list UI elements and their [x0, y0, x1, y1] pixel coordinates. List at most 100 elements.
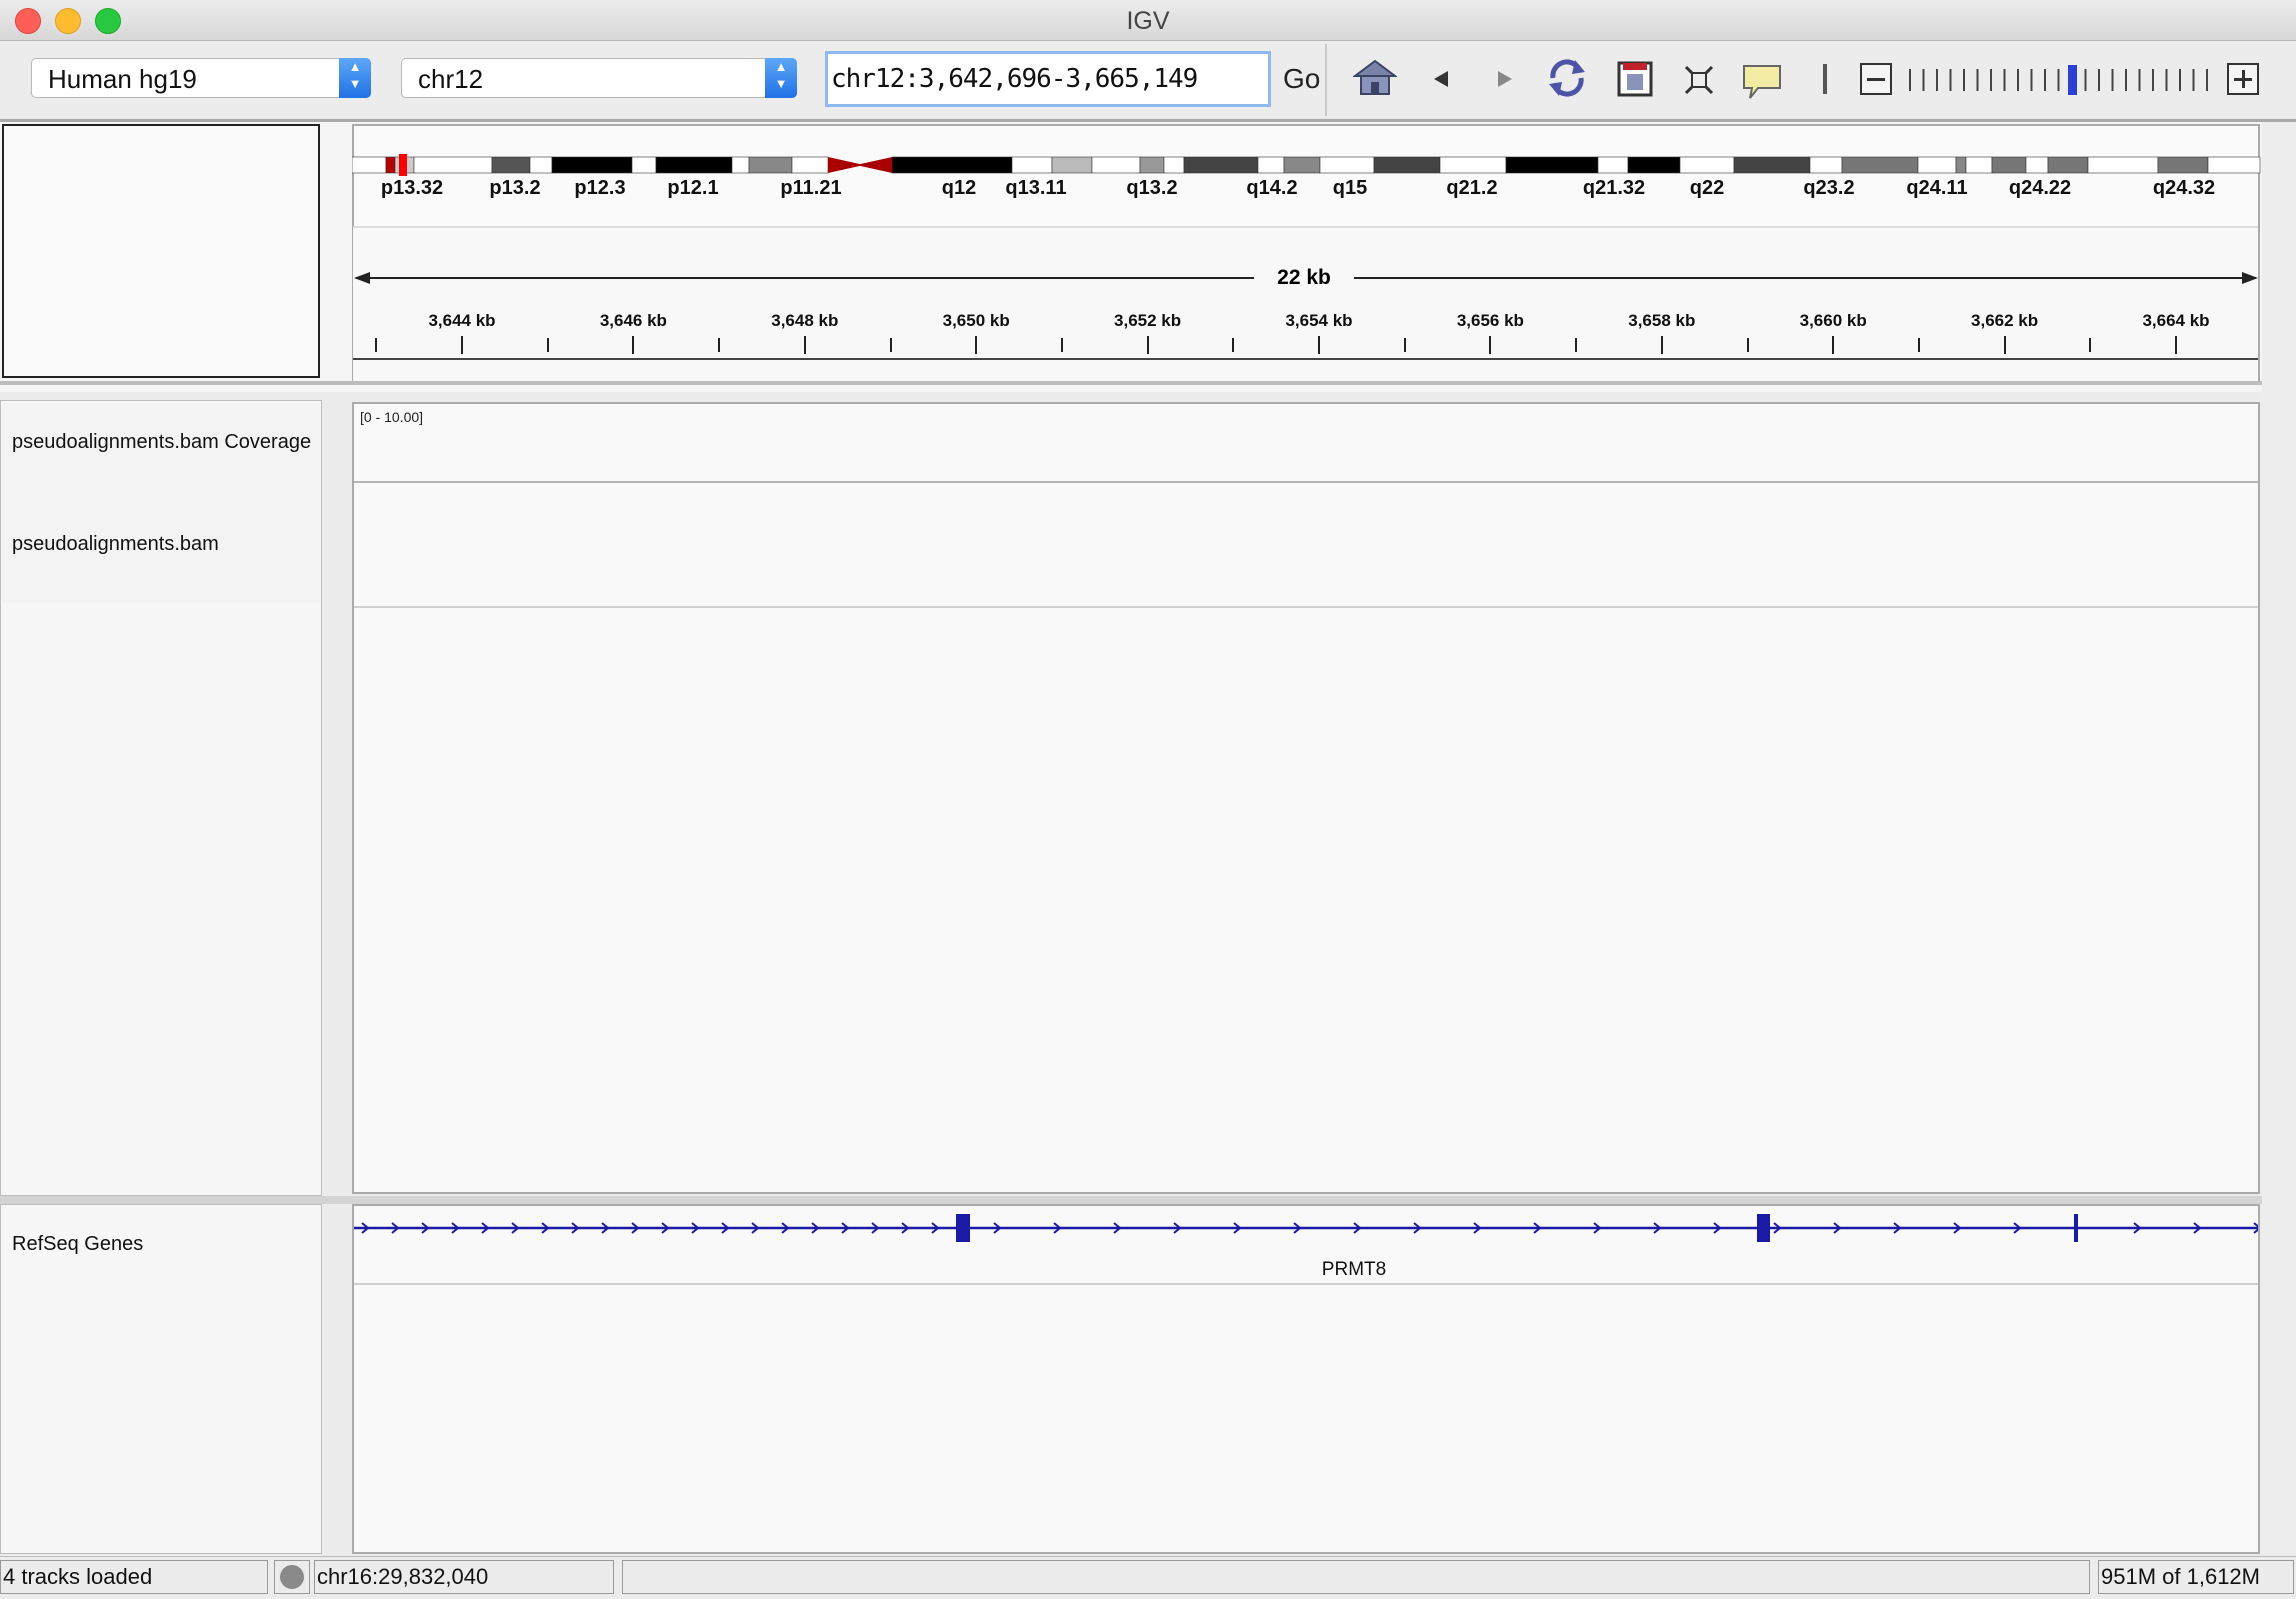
coverage-track-name[interactable]: pseudoalignments.bam Coverage: [12, 431, 311, 454]
ruler-minor-tick: [1232, 338, 1235, 352]
zoom-slider-tick: [2084, 69, 2087, 91]
home-icon[interactable]: [1353, 58, 1397, 98]
feature-panel[interactable]: [352, 1204, 2260, 1554]
zoom-slider-tick: [2017, 69, 2019, 91]
zoom-slider-tick: [1963, 69, 1965, 91]
forward-arrow-icon[interactable]: [1494, 68, 1516, 90]
ideogram-band: [2087, 156, 2159, 174]
ruler-major-tick: [1832, 336, 1835, 354]
zoom-slider[interactable]: [1905, 63, 2210, 97]
ideogram-band: [1051, 156, 1093, 174]
ideogram-band: [1733, 156, 1811, 174]
zoom-slider-tick: [2179, 69, 2181, 91]
gene-name-label: PRMT8: [1321, 1259, 1387, 1280]
ideogram-band-label: q22: [1689, 177, 1725, 199]
genome-dropdown[interactable]: Human hg19 ▲ ▼: [31, 58, 371, 98]
span-label: 22 kb: [1254, 264, 1354, 292]
locus-search-input[interactable]: chr12:3,642,696-3,665,149: [825, 51, 1271, 107]
ruler-minor-tick: [375, 338, 378, 352]
data-panel[interactable]: [352, 402, 2260, 1194]
ideogram-band-label: q21.2: [1446, 177, 1498, 199]
ideogram-band: [1257, 156, 1285, 174]
ideogram-band-label: q13.2: [1126, 177, 1178, 199]
ideogram-band-label: p13.32: [380, 177, 444, 199]
zoom-slider-tick: [2030, 69, 2033, 91]
tracks-loaded-status: 4 tracks loaded: [0, 1560, 268, 1594]
ruler-minor-tick: [718, 338, 721, 352]
fit-to-window-icon[interactable]: [1683, 64, 1715, 96]
zoom-slider-tick: [1990, 69, 1992, 91]
ideogram-band: [1439, 156, 1507, 174]
alignment-track-name[interactable]: pseudoalignments.bam: [12, 533, 219, 556]
zoom-slider-tick: [2206, 69, 2208, 91]
genome-value: Human hg19: [48, 64, 197, 94]
region-of-interest-icon[interactable]: [1617, 61, 1653, 97]
zoom-slider-tick: [2044, 69, 2046, 91]
ruler-major-tick: [461, 336, 463, 354]
refseq-track-name[interactable]: RefSeq Genes: [12, 1233, 143, 1256]
ruler-major-tick: [2175, 336, 2177, 354]
back-arrow-icon[interactable]: [1430, 68, 1452, 90]
zoom-in-icon[interactable]: [2227, 63, 2259, 95]
ideogram-band: [1809, 156, 1843, 174]
ideogram-band-label: p13.2: [489, 177, 541, 199]
ideogram-band-label: q21.32: [1582, 177, 1646, 199]
coverage-track-separator: [354, 481, 2258, 483]
zoom-slider-tick: [1976, 69, 1979, 91]
zoom-slider-tick: [2057, 69, 2060, 91]
ruler-minor-tick: [1575, 338, 1578, 352]
ideogram-band: [352, 156, 387, 174]
ideogram-band-label: q12: [941, 177, 977, 199]
ideogram-band: [2025, 156, 2049, 174]
vertical-scroll-gutter[interactable]: [2262, 122, 2296, 1554]
ideogram-band: [529, 156, 553, 174]
ideogram-band: [1183, 156, 1259, 174]
panel-divider[interactable]: [0, 381, 2296, 385]
ideogram-band: [1841, 156, 1919, 174]
current-region-marker: [399, 154, 407, 176]
ideogram-band: [631, 156, 657, 174]
ideogram-band: [1091, 156, 1141, 174]
popup-info-icon[interactable]: [1742, 64, 1782, 100]
chevron-updown-icon: ▲ ▼: [339, 58, 371, 98]
ideogram-band: [1505, 156, 1599, 174]
ruler-minor-tick: [1403, 338, 1406, 352]
go-button[interactable]: Go: [1283, 63, 1320, 95]
chromosome-ideogram[interactable]: [352, 154, 2262, 176]
ideogram-band: [891, 156, 1013, 174]
gene-exon: [956, 1214, 970, 1242]
ruler-major-tick: [1660, 336, 1663, 354]
refresh-icon[interactable]: [1545, 57, 1589, 99]
ideogram-band: [731, 156, 750, 174]
locus-value: chr12:3,642,696-3,665,149: [831, 64, 1198, 94]
zoom-slider-tick: [1949, 69, 1952, 91]
ruler-tick-label: 3,654 kb: [1285, 311, 1353, 330]
zoom-slider-tick: [2003, 69, 2006, 91]
zoom-slider-tick: [2152, 69, 2154, 91]
ruler-tick-label: 3,662 kb: [1971, 311, 2039, 330]
ideogram-band: [1283, 156, 1321, 174]
coverage-range-label: [0 - 10.00]: [360, 409, 424, 425]
title-bar: IGV: [0, 0, 2296, 41]
ideogram-band-label: p12.3: [574, 177, 626, 199]
ruler-major-tick: [632, 336, 635, 354]
ruler-tick-label: 3,644 kb: [428, 311, 496, 330]
ruler-minor-tick: [2089, 338, 2092, 352]
ideogram-band: [1373, 156, 1441, 174]
ruler-tick-label: 3,658 kb: [1628, 311, 1696, 330]
ruler-minor-tick: [889, 338, 892, 352]
ruler-minor-tick: [1917, 338, 1920, 352]
zoom-out-icon[interactable]: [1860, 63, 1892, 95]
memory-status: 951M of 1,612M: [2098, 1560, 2294, 1594]
ruler-baseline: [353, 358, 2258, 360]
zoom-slider-tick: [2192, 69, 2195, 91]
chromosome-dropdown[interactable]: chr12 ▲ ▼: [401, 58, 797, 98]
panel-divider[interactable]: [0, 1196, 2296, 1204]
ruler-tick-label: 3,656 kb: [1456, 311, 1524, 330]
prmt8-gene-feature[interactable]: [354, 1208, 2258, 1248]
ideogram-band: [1679, 156, 1735, 174]
message-status: [622, 1560, 2090, 1594]
chevron-updown-icon: ▲ ▼: [765, 58, 797, 98]
zoom-slider-tick: [2125, 69, 2127, 91]
chromosome-value: chr12: [418, 64, 484, 94]
